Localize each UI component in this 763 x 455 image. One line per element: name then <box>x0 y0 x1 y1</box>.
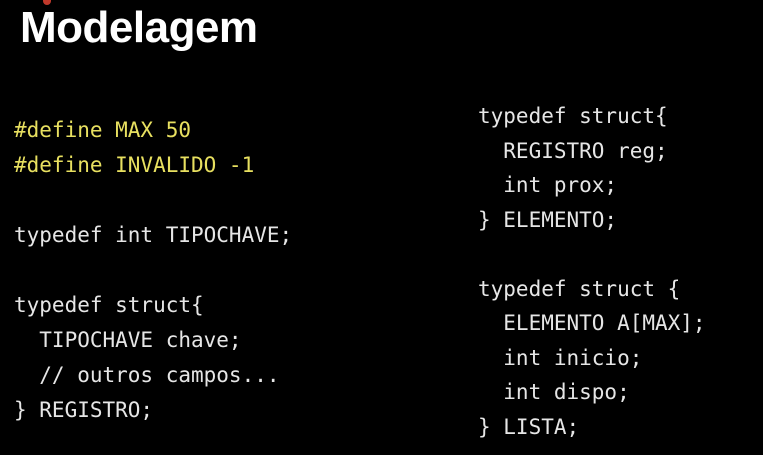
code-line: #define MAX 50 <box>14 118 192 142</box>
code-line: } LISTA; <box>478 414 580 439</box>
code-line: int inicio; <box>478 345 643 370</box>
code-line: int dispo; <box>478 380 630 404</box>
code-line: // outros campos... <box>14 363 280 387</box>
code-line: typedef struct{ <box>478 104 668 128</box>
slide: Modelagem #define MAX 50 #define INVALID… <box>0 0 763 455</box>
slide-title: Modelagem <box>20 3 258 52</box>
code-line: ELEMENTO A[MAX]; <box>478 311 706 335</box>
code-line: REGISTRO reg; <box>478 138 668 163</box>
code-line: } ELEMENTO; <box>478 207 618 232</box>
code-line: TIPOCHAVE chave; <box>14 328 242 352</box>
code-line: #define INVALIDO -1 <box>14 153 255 177</box>
code-line: typedef int TIPOCHAVE; <box>14 223 293 247</box>
code-line: typedef struct { <box>478 276 681 301</box>
code-block-left: #define MAX 50 #define INVALIDO -1 typed… <box>14 113 292 428</box>
code-line: typedef struct{ <box>14 293 204 317</box>
code-line: int prox; <box>478 173 618 197</box>
code-block-right: typedef struct{ REGISTRO reg; int prox; … <box>478 99 706 444</box>
code-line: } REGISTRO; <box>14 398 154 422</box>
